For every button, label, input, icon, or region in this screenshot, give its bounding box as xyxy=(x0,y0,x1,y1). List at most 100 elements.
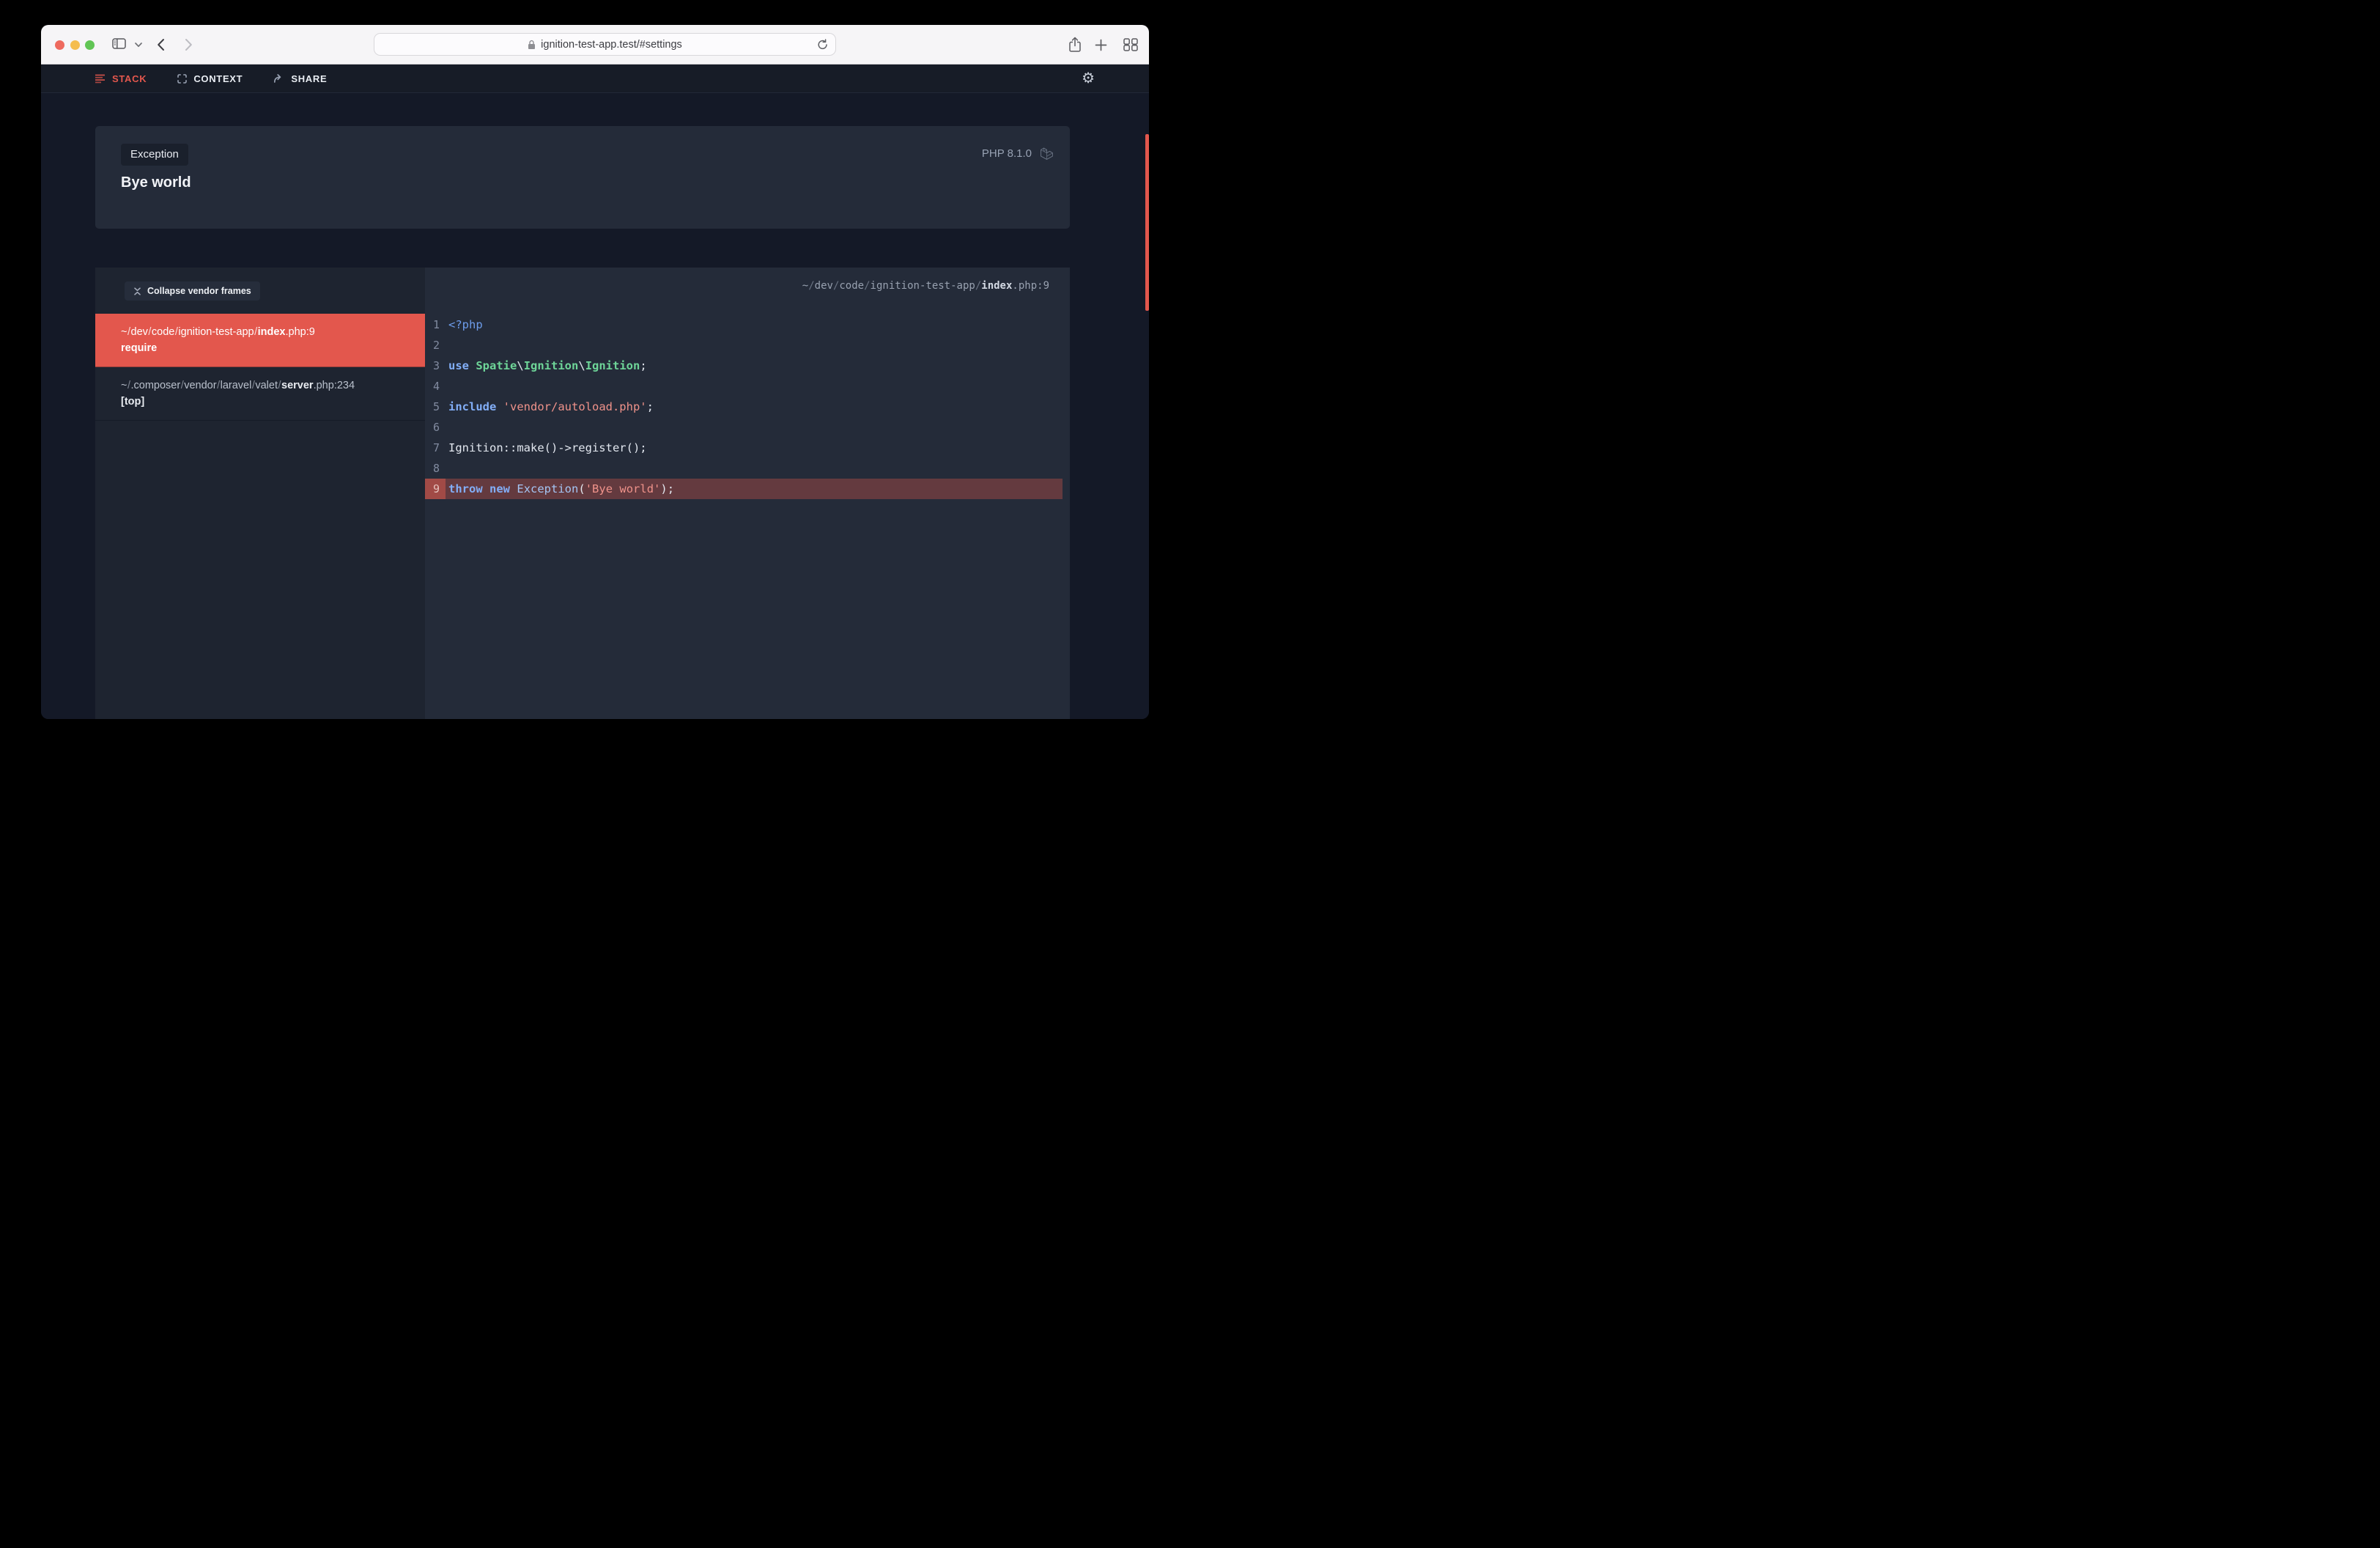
gutter-line-number: 9 xyxy=(425,479,446,499)
laravel-icon xyxy=(1040,147,1054,161)
path-segment: code xyxy=(152,326,174,338)
gutter-line-number: 5 xyxy=(425,397,446,417)
code-panel: ~/dev/code/ignition-test-app/index.php:9… xyxy=(425,268,1070,719)
path-slash: / xyxy=(127,380,130,391)
tab-context-label: CONTEXT xyxy=(193,73,243,84)
code-token: include xyxy=(448,400,496,413)
minimize-window-button[interactable] xyxy=(70,40,80,50)
path-segment: laravel xyxy=(221,380,252,391)
tab-overview-button[interactable] xyxy=(1123,38,1138,51)
fullscreen-window-button[interactable] xyxy=(85,40,95,50)
code-token: ( xyxy=(578,482,585,495)
share-export-icon xyxy=(1068,37,1082,53)
collapse-vendor-frames-button[interactable]: Collapse vendor frames xyxy=(125,281,260,301)
new-tab-button[interactable] xyxy=(1095,39,1107,51)
stack-frames-panel: Collapse vendor frames ~/dev/code/igniti… xyxy=(95,268,425,719)
file-name: server xyxy=(281,380,314,391)
frame-file-path: ~/dev/code/ignition-test-app/index.php:9 xyxy=(121,325,410,340)
gutter-line-number: 3 xyxy=(425,355,446,376)
path-slash: / xyxy=(180,380,184,391)
exception-message: Bye world xyxy=(121,174,191,191)
back-button[interactable] xyxy=(157,38,165,51)
settings-button[interactable]: ⚙ xyxy=(1082,71,1095,86)
code-token xyxy=(496,400,503,413)
stack-frame[interactable]: ~/.composer/vendor/laravel/valet/server.… xyxy=(95,367,425,421)
browser-toolbar: ignition-test-app.test/#settings xyxy=(41,25,1149,64)
code-token xyxy=(469,359,476,372)
gutter-line-number: 2 xyxy=(425,335,446,355)
line-number-ref: :9 xyxy=(306,326,315,338)
tab-stack-label: STACK xyxy=(112,73,147,84)
chevron-down-icon xyxy=(135,43,142,48)
gutter-line-number: 8 xyxy=(425,458,446,479)
code-line-4: 4 xyxy=(425,376,1062,397)
path-segment: ignition-test-app xyxy=(871,280,975,292)
exception-class-badge: Exception xyxy=(121,144,188,166)
stack-frame-active[interactable]: ~/dev/code/ignition-test-app/index.php:9… xyxy=(95,314,425,367)
stack-frame-list: ~/dev/code/ignition-test-app/index.php:9… xyxy=(95,314,425,421)
code-text: throw new Exception('Bye world'); xyxy=(446,482,674,495)
sidebar-toggle-button[interactable] xyxy=(112,38,126,49)
forward-button[interactable] xyxy=(185,38,193,51)
code-line-3: 3use Spatie\Ignition\Ignition; xyxy=(425,355,1062,376)
path-slash: / xyxy=(127,326,130,338)
exception-card: Exception Bye world PHP 8.1.0 xyxy=(95,126,1070,229)
path-segment: ignition-test-app xyxy=(178,326,254,338)
code-text: <?php xyxy=(446,318,483,331)
path-slash: / xyxy=(254,326,258,338)
browser-window: ignition-test-app.test/#settings xyxy=(41,25,1149,719)
scrollbar-thumb[interactable] xyxy=(1145,134,1149,311)
stack-section: Collapse vendor frames ~/dev/code/igniti… xyxy=(95,268,1070,719)
code-line-2: 2 xyxy=(425,335,1062,355)
code-token: new xyxy=(489,482,510,495)
code-line-1: 1<?php xyxy=(425,314,1062,335)
file-name: index xyxy=(258,326,286,338)
path-segment: dev xyxy=(815,280,833,292)
address-bar[interactable]: ignition-test-app.test/#settings xyxy=(374,33,836,56)
path-segment: ~ xyxy=(802,280,808,292)
code-token: \ xyxy=(517,359,523,372)
code-token: 'vendor/autoload.php' xyxy=(503,400,647,413)
path-slash: / xyxy=(148,326,152,338)
code-line-5: 5include 'vendor/autoload.php'; xyxy=(425,397,1062,417)
php-version-label: PHP 8.1.0 xyxy=(982,147,1032,160)
context-brackets-icon xyxy=(177,74,187,84)
plus-icon xyxy=(1095,39,1107,51)
gutter-line-number: 6 xyxy=(425,417,446,438)
lock-icon xyxy=(528,40,536,50)
code-token: \ xyxy=(578,359,585,372)
path-segment: dev xyxy=(131,326,148,338)
tab-context[interactable]: CONTEXT xyxy=(177,73,243,84)
page-content: Exception Bye world PHP 8.1.0 xyxy=(41,93,1149,719)
gutter-line-number: 1 xyxy=(425,314,446,335)
reload-button[interactable] xyxy=(817,39,828,51)
code-token: ; xyxy=(668,482,674,495)
path-slash: / xyxy=(251,380,255,391)
sidebar-dropdown-button[interactable] xyxy=(135,43,142,48)
file-extension: .php xyxy=(314,380,334,391)
path-slash: / xyxy=(278,380,281,391)
file-extension: .php xyxy=(1012,280,1037,292)
path-segment: code xyxy=(839,280,864,292)
frame-file-path: ~/.composer/vendor/laravel/valet/server.… xyxy=(121,378,410,394)
tab-share-label: SHARE xyxy=(291,73,327,84)
code-line-9-highlighted: 9throw new Exception('Bye world'); xyxy=(425,479,1062,499)
sidebar-icon xyxy=(112,38,126,49)
close-window-button[interactable] xyxy=(55,40,64,50)
code-token: throw xyxy=(448,482,483,495)
code-text: Ignition::make()->register(); xyxy=(446,441,647,454)
tab-share[interactable]: SHARE xyxy=(273,73,327,84)
code-token: ; xyxy=(640,359,646,372)
code-token: ) xyxy=(660,482,667,495)
path-slash: / xyxy=(217,380,221,391)
code-token: Ignition xyxy=(585,359,640,372)
tab-stack[interactable]: STACK xyxy=(95,73,147,84)
gear-icon: ⚙ xyxy=(1082,70,1095,86)
share-page-button[interactable] xyxy=(1068,37,1082,53)
code-token: Ignition xyxy=(524,359,579,372)
forward-arrow-icon xyxy=(185,38,193,51)
gutter-line-number: 7 xyxy=(425,438,446,458)
code-token: Ignition::make()->register(); xyxy=(448,441,647,454)
share-arrow-icon xyxy=(273,74,284,83)
frame-method: require xyxy=(121,341,410,356)
